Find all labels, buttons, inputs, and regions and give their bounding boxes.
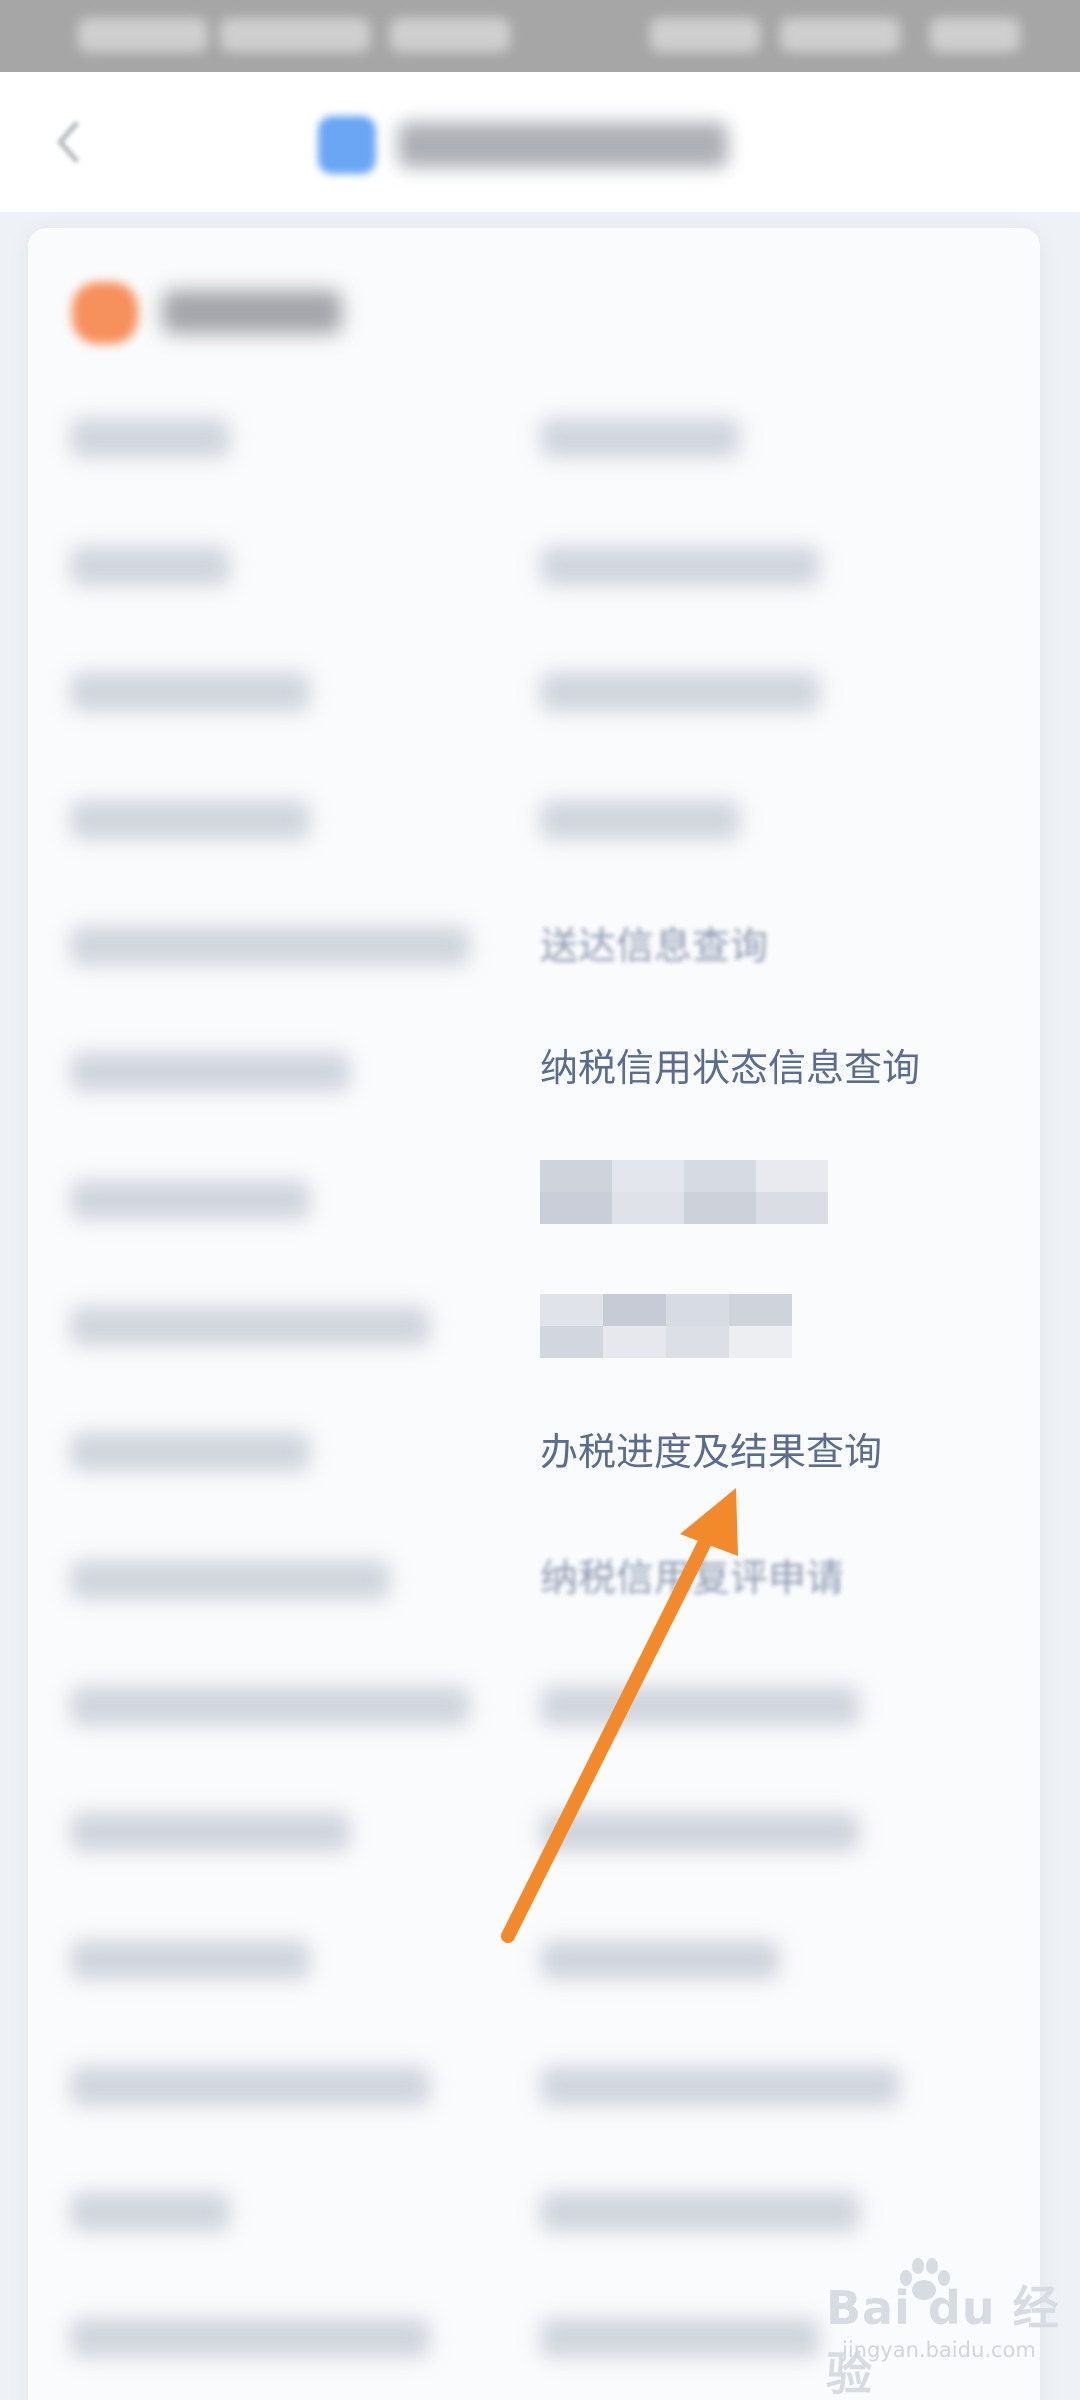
list-item[interactable] [70, 546, 230, 586]
list-item[interactable] [70, 1560, 390, 1600]
list-item[interactable] [540, 1940, 780, 1980]
service-section-icon [72, 282, 138, 344]
status-info [220, 18, 370, 52]
app-icon [318, 116, 376, 174]
list-item[interactable] [540, 418, 740, 458]
status-network [780, 18, 900, 52]
list-item[interactable] [70, 1686, 470, 1726]
list-item[interactable] [70, 2066, 430, 2106]
status-battery [930, 18, 1020, 52]
list-item[interactable] [70, 2318, 430, 2358]
list-item[interactable] [70, 1052, 350, 1092]
section-title-blurred [162, 290, 342, 334]
list-item[interactable] [540, 1686, 860, 1726]
mosaic-redacted-item[interactable] [540, 1160, 828, 1224]
list-item[interactable] [70, 1432, 310, 1472]
list-item[interactable] [70, 800, 310, 840]
list-item[interactable] [70, 418, 230, 458]
status-bar [0, 0, 1080, 72]
status-info [390, 18, 510, 52]
list-item[interactable] [540, 800, 740, 840]
list-item[interactable] [540, 2318, 820, 2358]
list-item[interactable] [70, 1306, 430, 1346]
baidu-jingyan-watermark: Bai du 经验 jingyan.baidu.com [826, 2258, 1076, 2400]
watermark-url: jingyan.baidu.com [842, 2338, 1036, 2362]
list-item[interactable] [70, 2192, 230, 2232]
mosaic-redacted-item[interactable] [540, 1294, 792, 1358]
list-item[interactable] [540, 672, 820, 712]
watermark-logo: Bai du 经验 [826, 2281, 1060, 2400]
screen: 送达信息查询 纳税信用状态信息查询 办税进度及结果查询 纳税信用复评申请 Bai… [0, 0, 1080, 2400]
top-nav-bar [0, 72, 1080, 212]
list-item[interactable] [70, 926, 470, 966]
list-item[interactable] [540, 1812, 860, 1852]
list-item[interactable] [70, 672, 310, 712]
list-item-credit-status-query[interactable]: 纳税信用状态信息查询 [540, 1042, 920, 1094]
list-item[interactable] [70, 1812, 350, 1852]
list-item-partial[interactable]: 送达信息查询 [540, 920, 768, 972]
chevron-left-icon[interactable] [40, 112, 100, 172]
list-item[interactable] [70, 1940, 310, 1980]
list-item[interactable] [70, 1180, 310, 1220]
status-time [78, 18, 208, 52]
list-item[interactable] [540, 2192, 860, 2232]
page-title-blurred [398, 122, 728, 168]
list-item[interactable] [540, 2066, 900, 2106]
list-item-tax-progress-query[interactable]: 办税进度及结果查询 [540, 1426, 882, 1478]
status-signal [650, 18, 760, 52]
list-item-credit-review-apply[interactable]: 纳税信用复评申请 [540, 1552, 844, 1604]
list-item[interactable] [540, 546, 820, 586]
